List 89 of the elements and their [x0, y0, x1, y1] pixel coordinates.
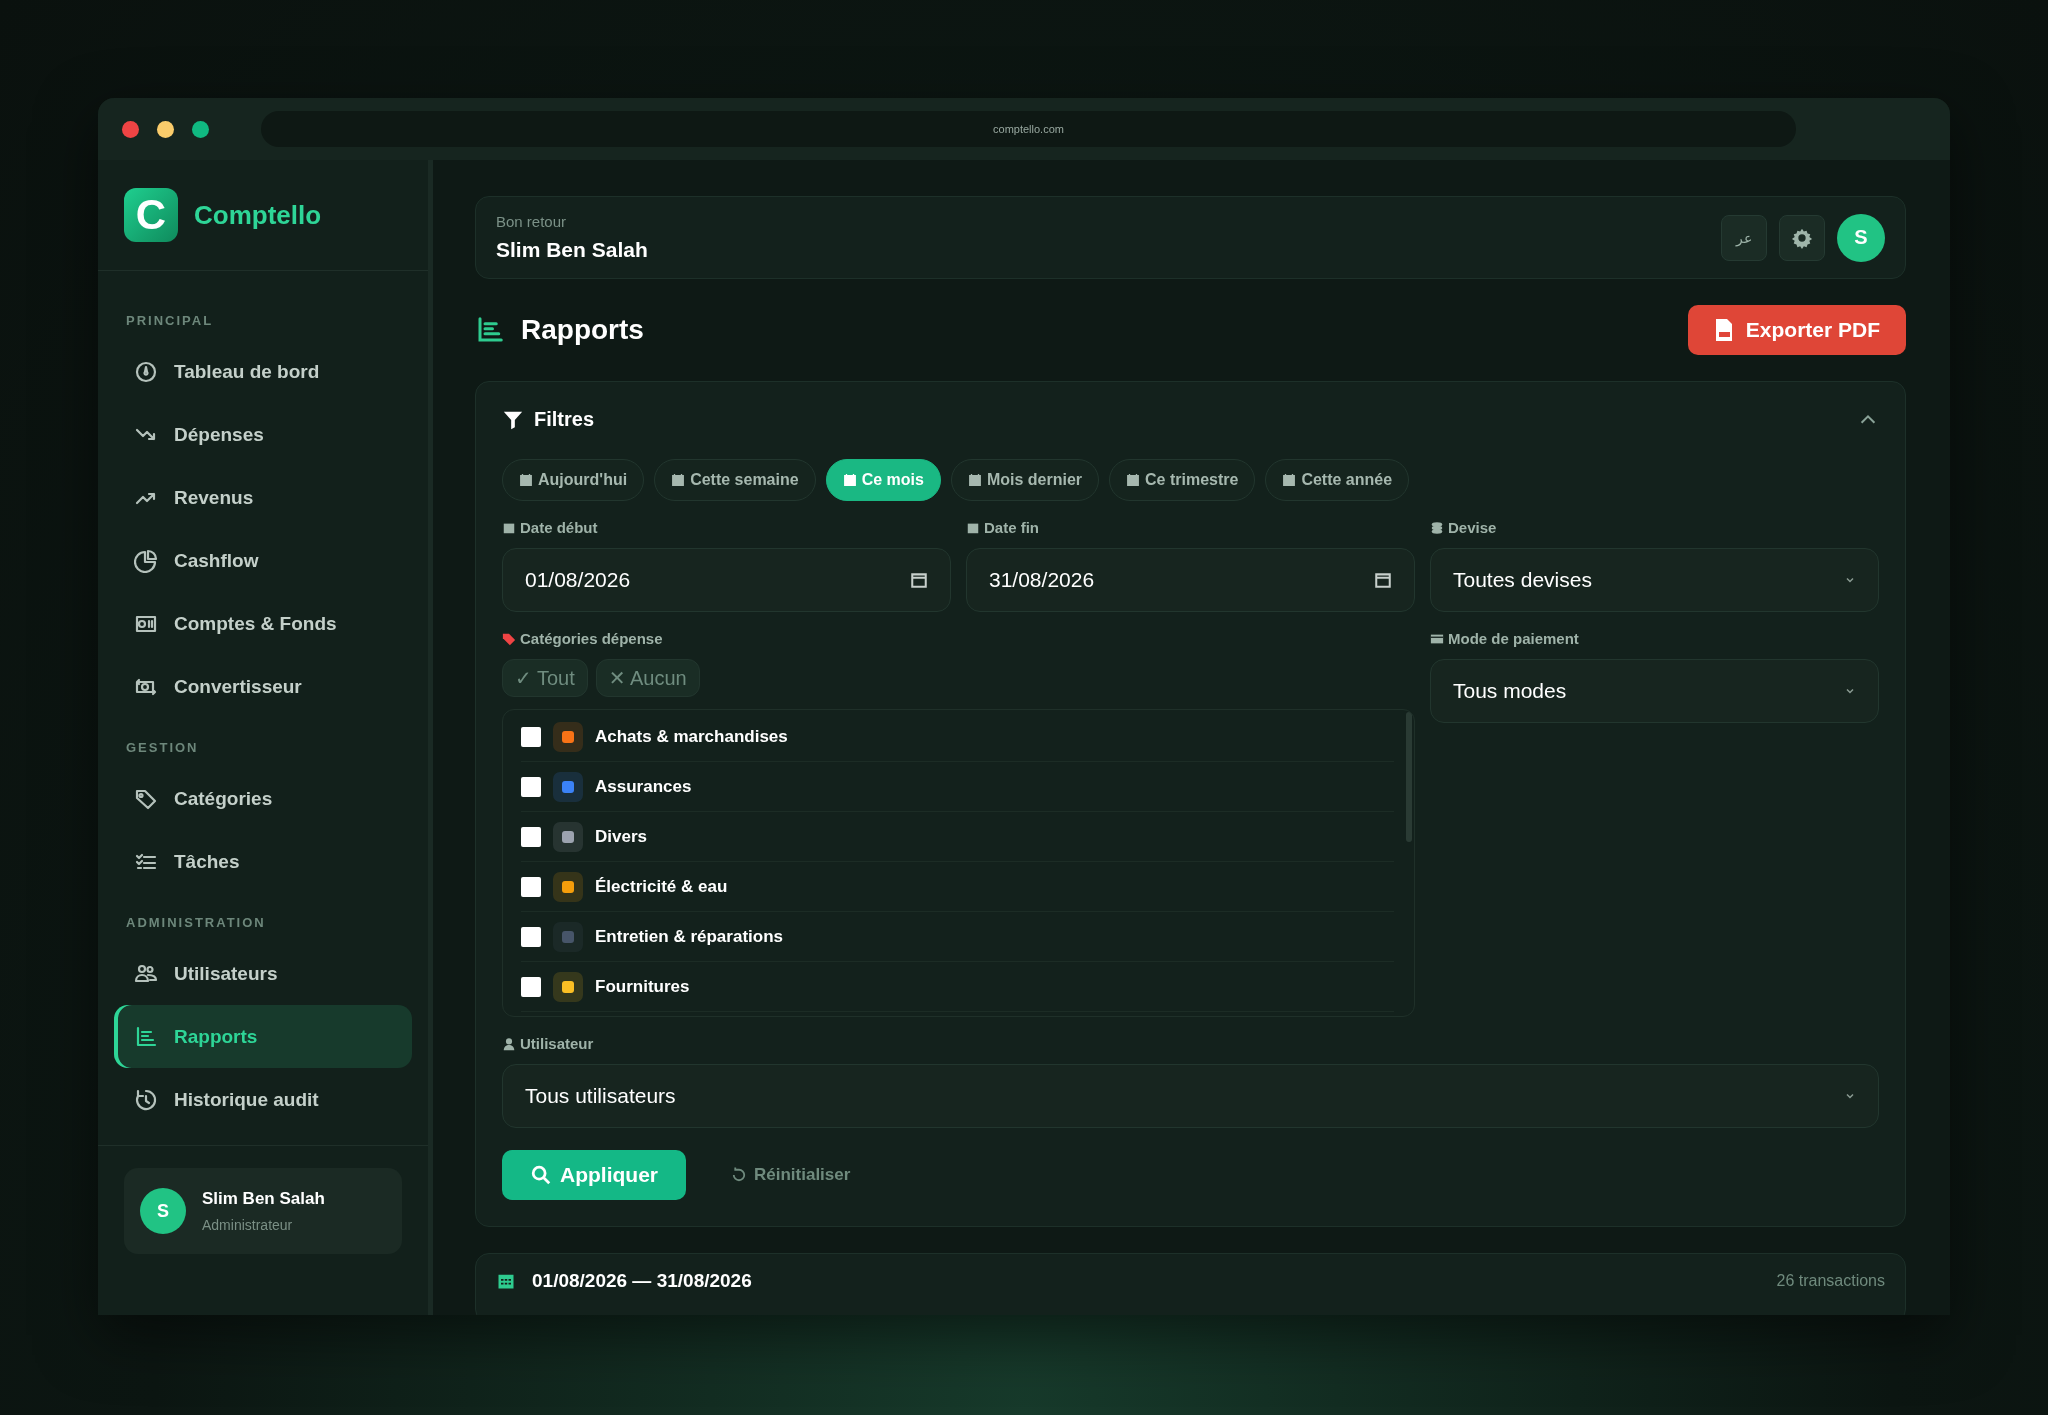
- payment-select[interactable]: Tous modes: [1430, 659, 1879, 723]
- category-label: Assurances: [595, 776, 692, 797]
- checkbox[interactable]: [521, 876, 541, 897]
- category-icon: [553, 971, 583, 1002]
- user-name: Slim Ben Salah: [202, 1189, 325, 1209]
- minimize-dot[interactable]: [157, 120, 174, 138]
- date-field[interactable]: 31/08/2026: [966, 548, 1415, 612]
- category-label: Achats & marchandises: [595, 726, 788, 747]
- checkbox[interactable]: [521, 976, 541, 997]
- currency-select[interactable]: Toutes devises: [1430, 548, 1879, 612]
- period-chip[interactable]: Cette année: [1265, 459, 1410, 501]
- reset-icon: [730, 1166, 748, 1184]
- language-button[interactable]: عر: [1721, 214, 1767, 261]
- select-all-button[interactable]: ✓ Tout: [502, 659, 588, 697]
- calendar-icon: [1282, 473, 1297, 487]
- field-label: Devise: [1448, 519, 1497, 536]
- sidebar-item[interactable]: Tableau de bord: [114, 340, 412, 403]
- period-chip[interactable]: Ce trimestre: [1109, 459, 1256, 501]
- category-icon: [553, 821, 583, 852]
- section-heading: PRINCIPAL: [125, 312, 215, 330]
- nav-icon: [134, 1087, 158, 1112]
- category-label: Électricité & eau: [595, 876, 728, 897]
- checkbox[interactable]: [521, 776, 541, 797]
- section-heading: ADMINISTRATION: [125, 914, 267, 932]
- calendar-icon: [910, 571, 928, 589]
- user-select[interactable]: Tous utilisateurs: [502, 1064, 1879, 1128]
- reset-button[interactable]: Réinitialiser: [724, 1164, 857, 1186]
- calendar-icon: [842, 473, 857, 487]
- date-range: 01/08/2026 — 31/08/2026: [532, 1270, 753, 1292]
- period-chip[interactable]: Aujourd'hui: [502, 459, 645, 501]
- category-label: Divers: [595, 826, 647, 847]
- sidebar-item[interactable]: Cashflow: [114, 529, 412, 592]
- field-label: Mode de paiement: [1448, 630, 1579, 647]
- nav-icon: [134, 548, 158, 573]
- category-icon: [553, 871, 583, 902]
- field-label: Utilisateur: [520, 1035, 594, 1052]
- user-card[interactable]: S Slim Ben Salah Administrateur: [124, 1168, 402, 1254]
- field-label: Date fin: [984, 519, 1039, 536]
- checkbox[interactable]: [521, 726, 541, 747]
- sidebar-item[interactable]: Catégories: [114, 767, 412, 830]
- calendar-icon: [1126, 473, 1140, 487]
- page-title: Rapports: [521, 314, 645, 346]
- person-icon: [502, 1036, 516, 1051]
- export-button[interactable]: Exporter PDF: [1687, 305, 1906, 355]
- transaction-count: 26 transactions: [1776, 1272, 1885, 1290]
- category-label: Entretien & réparations: [595, 926, 783, 947]
- calendar-icon: [1374, 571, 1392, 589]
- checkbox[interactable]: [521, 826, 541, 847]
- field-label: Date début: [520, 519, 598, 536]
- maximize-dot[interactable]: [192, 120, 209, 138]
- category-label: Fournitures: [595, 976, 690, 997]
- tag-icon: [502, 631, 516, 646]
- sidebar-item[interactable]: Revenus: [114, 466, 412, 529]
- user-name: Slim Ben Salah: [496, 238, 648, 262]
- scrollbar[interactable]: [1406, 712, 1412, 842]
- brand-name: Comptello: [194, 199, 322, 231]
- sidebar-item[interactable]: Tâches: [114, 830, 412, 893]
- category-icon: [553, 921, 583, 952]
- panel-title: Filtres: [534, 408, 596, 431]
- sidebar-item[interactable]: Comptes & Fonds: [114, 592, 412, 655]
- category-icon: [553, 771, 583, 802]
- calendar-icon: [967, 473, 982, 487]
- sidebar-item[interactable]: Historique audit: [114, 1068, 412, 1131]
- period-chip[interactable]: Mois dernier: [950, 459, 1099, 501]
- category-icon: [553, 721, 583, 752]
- nav-icon: [134, 359, 158, 384]
- period-chip[interactable]: Cette semaine: [654, 459, 816, 501]
- user-role: Administrateur: [202, 1217, 294, 1233]
- sidebar-item[interactable]: Utilisateurs: [114, 942, 412, 1005]
- checkbox[interactable]: [521, 926, 541, 947]
- calendar-icon: [671, 473, 686, 487]
- field-label: Catégories dépense: [520, 630, 663, 647]
- address-bar[interactable]: comptello.com: [261, 111, 1796, 147]
- select-none-button[interactable]: ✕ Aucun: [595, 659, 700, 697]
- section-heading: GESTION: [125, 739, 200, 757]
- calendar-icon: [519, 473, 533, 487]
- pdf-file-icon: [1713, 318, 1734, 342]
- coins-icon: [1430, 520, 1444, 535]
- logo-icon: C: [124, 188, 178, 242]
- user-avatar: S: [140, 1188, 186, 1234]
- sidebar-item[interactable]: Rapports: [114, 1005, 412, 1068]
- sidebar-item[interactable]: Dépenses: [114, 403, 412, 466]
- date-field[interactable]: 01/08/2026: [502, 548, 951, 612]
- search-icon: [530, 1164, 552, 1186]
- greeting: Bon retour: [496, 213, 568, 230]
- sidebar-item[interactable]: Convertisseur: [114, 655, 412, 718]
- settings-button[interactable]: [1779, 214, 1825, 261]
- nav-icon: [134, 1024, 158, 1049]
- close-dot[interactable]: [122, 120, 139, 138]
